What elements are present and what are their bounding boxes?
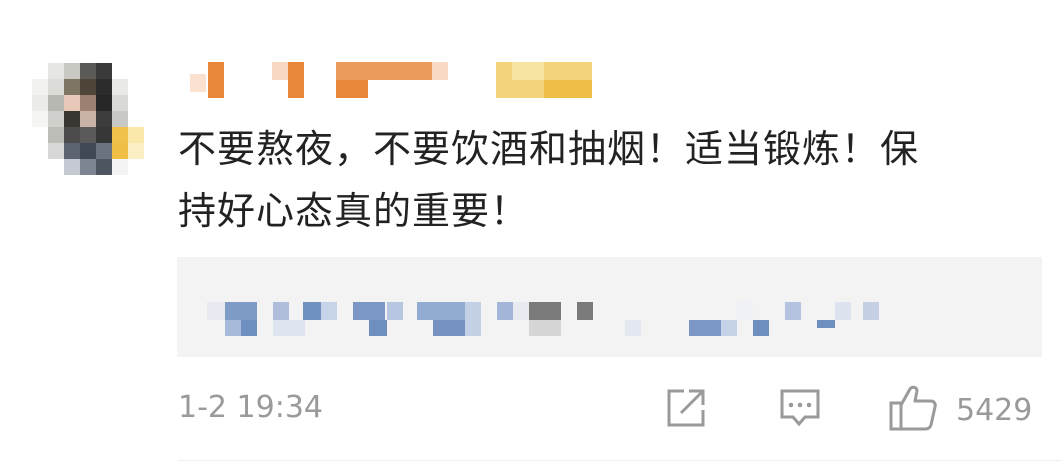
share-icon (664, 386, 708, 434)
reply-preview[interactable] (177, 257, 1042, 357)
like-count: 5429 (956, 392, 1033, 428)
comment-button[interactable] (778, 385, 822, 435)
avatar[interactable] (32, 63, 144, 175)
comment-body-line-2: 持好心态真的重要！ (178, 189, 530, 233)
share-button[interactable] (664, 385, 708, 435)
comment-icon (778, 386, 822, 434)
comment-card: 不要熬夜，不要饮酒和抽烟！适当锻炼！保 持好心态真的重要！ 1-2 19:34 … (0, 0, 1061, 474)
comment-body-line-1: 不要熬夜，不要饮酒和抽烟！适当锻炼！保 (178, 127, 920, 171)
comment-body: 不要熬夜，不要饮酒和抽烟！适当锻炼！保 持好心态真的重要！ (178, 118, 1038, 242)
thumbs-up-icon (888, 384, 938, 436)
divider (178, 460, 1061, 461)
comment-timestamp: 1-2 19:34 (178, 390, 323, 425)
like-button[interactable]: 5429 (888, 385, 1032, 435)
username[interactable] (190, 62, 600, 98)
